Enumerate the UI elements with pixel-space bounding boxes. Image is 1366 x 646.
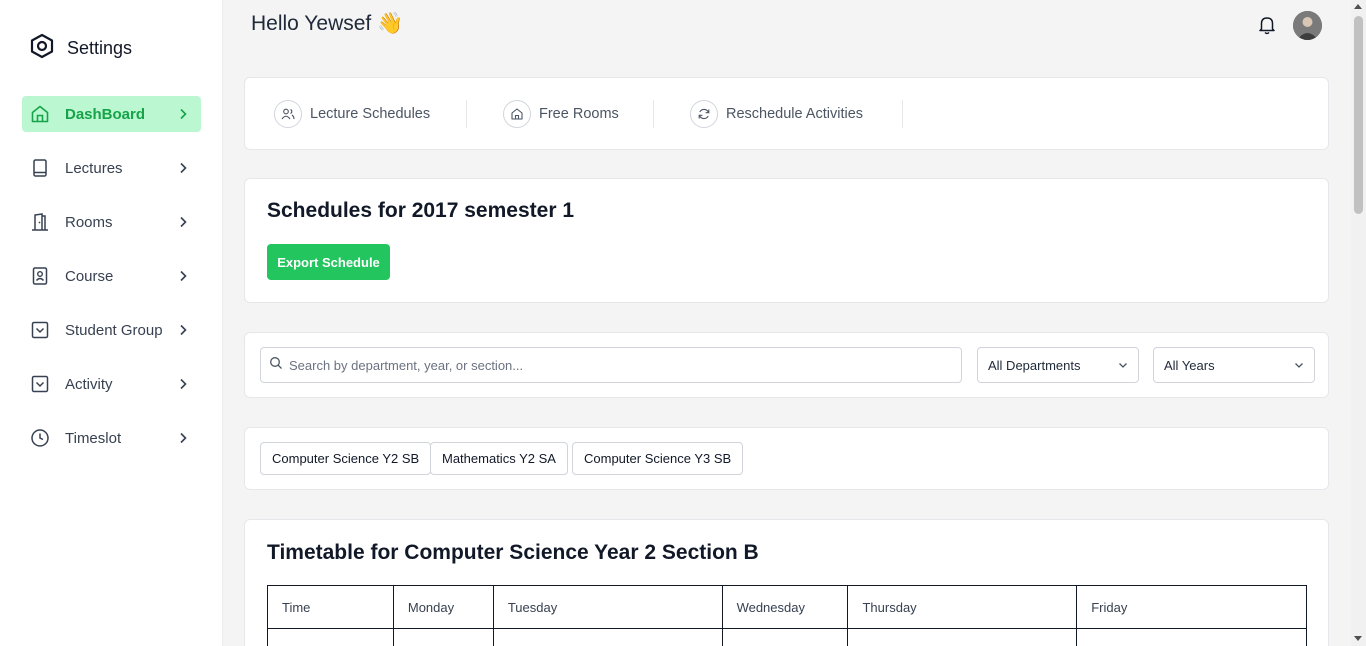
table-header-row: Time Monday Tuesday Wednesday Thursday F… <box>267 585 1307 629</box>
sidebar-item-activity[interactable]: Activity <box>22 366 201 402</box>
column-header: Friday <box>1076 585 1307 629</box>
group-chip[interactable]: Computer Science Y3 SB <box>572 442 744 475</box>
chevron-right-icon <box>175 376 191 392</box>
sidebar-brand[interactable]: Settings <box>29 33 132 64</box>
year-select[interactable]: All Years <box>1153 347 1315 383</box>
chevron-right-icon <box>175 322 191 338</box>
tab-free-rooms[interactable]: Free Rooms <box>503 98 619 130</box>
sidebar-item-label: Student Group <box>65 321 163 339</box>
sidebar-item-course[interactable]: Course <box>22 258 201 294</box>
tab-label: Lecture Schedules <box>310 106 431 122</box>
year-value: All Years <box>1164 357 1215 373</box>
clock-icon <box>29 427 51 449</box>
scroll-up-arrow-icon[interactable] <box>1354 4 1362 9</box>
sidebar-nav: DashBoard Lectures Rooms Course Student … <box>22 96 201 474</box>
divider <box>653 100 654 128</box>
book-icon <box>29 157 51 179</box>
contact-book-icon <box>29 265 51 287</box>
table-row <box>267 628 1307 646</box>
sidebar-item-label: Rooms <box>65 213 113 231</box>
settings-icon <box>29 33 55 64</box>
column-header: Tuesday <box>492 585 723 629</box>
column-header: Time <box>267 585 394 629</box>
timetable-card: Timetable for Computer Science Year 2 Se… <box>244 519 1329 646</box>
sidebar: Settings DashBoard Lectures Rooms Course… <box>0 0 223 646</box>
sidebar-item-dashboard[interactable]: DashBoard <box>22 96 201 132</box>
scroll-down-arrow-icon[interactable] <box>1354 636 1362 641</box>
sidebar-item-lectures[interactable]: Lectures <box>22 150 201 186</box>
avatar[interactable] <box>1293 11 1322 40</box>
chevron-right-icon <box>175 214 191 230</box>
table-cell <box>392 628 494 646</box>
door-icon <box>29 211 51 233</box>
table-cell <box>721 628 849 646</box>
sidebar-item-rooms[interactable]: Rooms <box>22 204 201 240</box>
department-select[interactable]: All Departments <box>977 347 1139 383</box>
table-cell <box>492 628 723 646</box>
schedule-title: Schedules for 2017 semester 1 <box>267 199 575 222</box>
column-header: Wednesday <box>721 585 849 629</box>
table-cell <box>847 628 1078 646</box>
timetable-table: Time Monday Tuesday Wednesday Thursday F… <box>267 585 1307 646</box>
search-box[interactable] <box>260 347 962 383</box>
home-icon <box>29 103 51 125</box>
tab-label: Reschedule Activities <box>726 106 864 122</box>
tab-reschedule-activities[interactable]: Reschedule Activities <box>690 98 863 130</box>
sidebar-item-label: Lectures <box>65 159 123 177</box>
department-value: All Departments <box>988 357 1081 373</box>
group-chip[interactable]: Computer Science Y2 SB <box>260 442 432 475</box>
column-header: Thursday <box>847 585 1078 629</box>
chevron-down-icon <box>1294 358 1304 373</box>
schedule-card: Schedules for 2017 semester 1 Export Sch… <box>244 178 1329 303</box>
export-schedule-button[interactable]: Export Schedule <box>267 244 390 280</box>
sidebar-item-label: Timeslot <box>65 429 122 447</box>
check-square-icon <box>29 373 51 395</box>
bell-icon[interactable] <box>1257 14 1277 36</box>
brand-label: Settings <box>67 38 133 58</box>
page-scrollbar[interactable] <box>1351 0 1366 646</box>
home-icon <box>503 100 531 128</box>
sidebar-item-student-group[interactable]: Student Group <box>22 312 201 348</box>
chevron-down-icon <box>1118 358 1128 373</box>
refresh-icon <box>690 100 718 128</box>
table-cell <box>1076 628 1307 646</box>
greeting: Hello Yewsef 👋 <box>251 12 404 35</box>
divider <box>902 100 903 128</box>
chevron-right-icon <box>175 160 191 176</box>
chevron-right-icon <box>175 430 191 446</box>
search-icon <box>269 356 283 375</box>
chevron-right-icon <box>175 268 191 284</box>
tabs-card: Lecture Schedules Free Rooms Reschedule … <box>244 77 1329 150</box>
tab-lecture-schedules[interactable]: Lecture Schedules <box>274 98 430 130</box>
column-header: Monday <box>392 585 494 629</box>
timetable-title: Timetable for Computer Science Year 2 Se… <box>267 541 759 564</box>
tab-label: Free Rooms <box>539 106 619 122</box>
users-icon <box>274 100 302 128</box>
search-input[interactable] <box>289 357 961 373</box>
sidebar-item-label: DashBoard <box>65 105 146 123</box>
sidebar-item-label: Course <box>65 267 114 285</box>
filters-card: All Departments All Years <box>244 332 1329 398</box>
sidebar-item-timeslot[interactable]: Timeslot <box>22 420 201 456</box>
divider <box>466 100 467 128</box>
scrollbar-thumb[interactable] <box>1354 16 1363 214</box>
check-square-icon <box>29 319 51 341</box>
group-chip[interactable]: Mathematics Y2 SA <box>430 442 568 475</box>
chevron-right-icon <box>175 106 191 122</box>
sidebar-item-label: Activity <box>65 375 113 393</box>
groups-card: Computer Science Y2 SB Mathematics Y2 SA… <box>244 427 1329 490</box>
table-cell <box>267 628 394 646</box>
